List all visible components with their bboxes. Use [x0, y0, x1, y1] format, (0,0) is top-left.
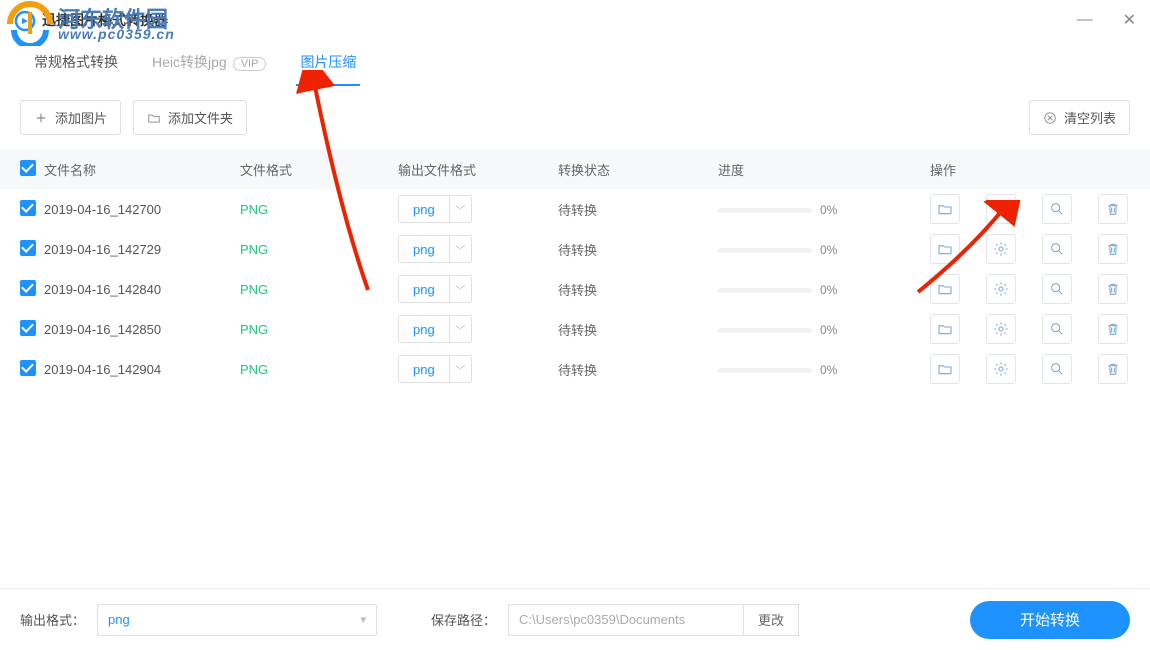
- settings-button[interactable]: [986, 354, 1016, 384]
- progress-bar: [718, 368, 812, 373]
- progress-value: 0%: [820, 243, 837, 257]
- progress-value: 0%: [820, 323, 837, 337]
- file-format: PNG: [240, 322, 398, 337]
- progress-bar: [718, 288, 812, 293]
- table-row: 2019-04-16_142840PNGpng﹀ 待转换 0%: [0, 269, 1150, 309]
- chevron-down-icon: ﹀: [449, 275, 471, 303]
- chevron-down-icon: ﹀: [449, 235, 471, 263]
- file-name: 2019-04-16_142729: [44, 242, 240, 257]
- chevron-down-icon: ﹀: [449, 315, 471, 343]
- preview-button[interactable]: [1042, 194, 1072, 224]
- file-format: PNG: [240, 282, 398, 297]
- open-folder-button[interactable]: [930, 354, 960, 384]
- settings-button[interactable]: [986, 234, 1016, 264]
- progress-value: 0%: [820, 283, 837, 297]
- delete-button[interactable]: [1098, 314, 1128, 344]
- file-name: 2019-04-16_142850: [44, 322, 240, 337]
- output-format-select[interactable]: png﹀: [398, 315, 472, 343]
- file-name: 2019-04-16_142840: [44, 282, 240, 297]
- col-progress: 进度: [718, 160, 930, 179]
- tab-compress[interactable]: 图片压缩: [296, 41, 360, 85]
- progress-bar: [718, 248, 812, 253]
- col-actions: 操作: [930, 160, 1150, 179]
- settings-button[interactable]: [986, 314, 1016, 344]
- delete-button[interactable]: [1098, 354, 1128, 384]
- table-row: 2019-04-16_142729PNGpng﹀ 待转换 0%: [0, 229, 1150, 269]
- chevron-down-icon: ﹀: [449, 195, 471, 223]
- file-format: PNG: [240, 242, 398, 257]
- save-path-label: 保存路径：: [431, 610, 496, 629]
- save-path-input[interactable]: C:\Users\pc0359\Documents: [508, 604, 744, 636]
- tab-bar: 常规格式转换 Heic转换jpgVIP 图片压缩: [0, 40, 1150, 86]
- col-format: 文件格式: [240, 160, 398, 179]
- settings-button[interactable]: [986, 274, 1016, 304]
- open-folder-button[interactable]: [930, 194, 960, 224]
- add-image-button[interactable]: 添加图片: [20, 100, 121, 135]
- table-row: 2019-04-16_142700PNGpng﹀ 待转换 0%: [0, 189, 1150, 229]
- output-format-select[interactable]: png﹀: [398, 235, 472, 263]
- table-row: 2019-04-16_142850PNGpng﹀ 待转换 0%: [0, 309, 1150, 349]
- delete-button[interactable]: [1098, 274, 1128, 304]
- vip-badge: VIP: [233, 57, 267, 71]
- convert-status: 待转换: [558, 360, 718, 379]
- progress-bar: [718, 208, 812, 213]
- file-format: PNG: [240, 202, 398, 217]
- file-format: PNG: [240, 362, 398, 377]
- close-button[interactable]: ✕: [1123, 10, 1136, 30]
- clear-icon: [1043, 111, 1057, 125]
- start-convert-button[interactable]: 开始转换: [970, 601, 1130, 639]
- tab-heic[interactable]: Heic转换jpgVIP: [148, 41, 270, 85]
- preview-button[interactable]: [1042, 314, 1072, 344]
- col-filename: 文件名称: [44, 160, 240, 179]
- file-name: 2019-04-16_142700: [44, 202, 240, 217]
- settings-button[interactable]: [986, 194, 1016, 224]
- row-checkbox[interactable]: [20, 240, 36, 256]
- output-format-select[interactable]: png﹀: [398, 275, 472, 303]
- output-format-select[interactable]: png ▾: [97, 604, 377, 636]
- change-path-button[interactable]: 更改: [744, 604, 799, 636]
- minimize-button[interactable]: —: [1077, 11, 1093, 29]
- table-row: 2019-04-16_142904PNGpng﹀ 待转换 0%: [0, 349, 1150, 389]
- clear-list-button[interactable]: 清空列表: [1029, 100, 1130, 135]
- preview-button[interactable]: [1042, 234, 1072, 264]
- toolbar: 添加图片 添加文件夹 清空列表: [0, 86, 1150, 149]
- output-format-select[interactable]: png﹀: [398, 195, 472, 223]
- plus-icon: [34, 111, 48, 125]
- convert-status: 待转换: [558, 320, 718, 339]
- delete-button[interactable]: [1098, 234, 1128, 264]
- delete-button[interactable]: [1098, 194, 1128, 224]
- folder-icon: [147, 111, 161, 125]
- app-icon: [14, 10, 36, 32]
- table-header: 文件名称 文件格式 输出文件格式 转换状态 进度 操作: [0, 149, 1150, 189]
- progress-value: 0%: [820, 203, 837, 217]
- row-checkbox[interactable]: [20, 200, 36, 216]
- chevron-down-icon: ﹀: [449, 355, 471, 383]
- footer: 输出格式： png ▾ 保存路径： C:\Users\pc0359\Docume…: [0, 588, 1150, 650]
- tab-common-format[interactable]: 常规格式转换: [30, 41, 122, 85]
- open-folder-button[interactable]: [930, 234, 960, 264]
- col-status: 转换状态: [558, 160, 718, 179]
- preview-button[interactable]: [1042, 354, 1072, 384]
- row-checkbox[interactable]: [20, 360, 36, 376]
- add-folder-button[interactable]: 添加文件夹: [133, 100, 247, 135]
- output-format-select[interactable]: png﹀: [398, 355, 472, 383]
- preview-button[interactable]: [1042, 274, 1072, 304]
- progress-bar: [718, 328, 812, 333]
- app-title: 迅捷图片格式转换器: [42, 10, 168, 30]
- chevron-down-icon: ▾: [360, 613, 366, 626]
- col-output-format: 输出文件格式: [398, 160, 558, 179]
- open-folder-button[interactable]: [930, 274, 960, 304]
- row-checkbox[interactable]: [20, 320, 36, 336]
- file-name: 2019-04-16_142904: [44, 362, 240, 377]
- convert-status: 待转换: [558, 240, 718, 259]
- output-format-label: 输出格式：: [20, 610, 85, 629]
- open-folder-button[interactable]: [930, 314, 960, 344]
- convert-status: 待转换: [558, 280, 718, 299]
- row-checkbox[interactable]: [20, 280, 36, 296]
- convert-status: 待转换: [558, 200, 718, 219]
- titlebar: 迅捷图片格式转换器 — ✕: [0, 0, 1150, 40]
- select-all-checkbox[interactable]: [20, 160, 36, 176]
- progress-value: 0%: [820, 363, 837, 377]
